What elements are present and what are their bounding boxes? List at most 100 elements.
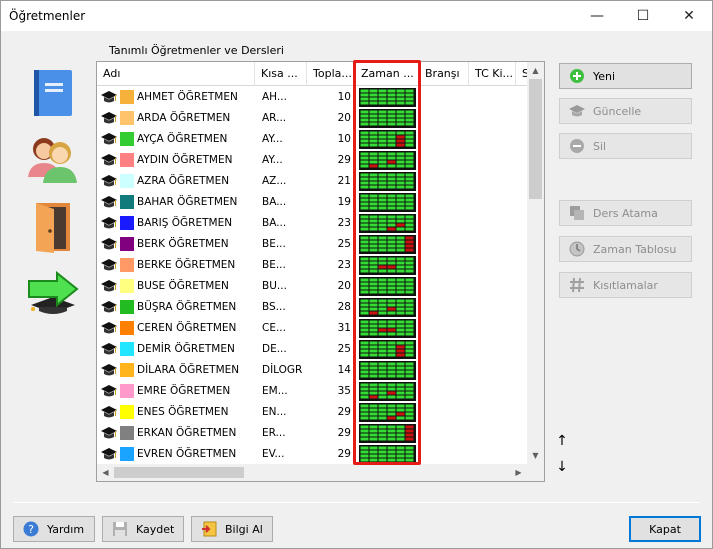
table-row[interactable]: BARIŞ ÖĞRETMEN BA... 23 bbox=[97, 213, 527, 234]
book-icon[interactable] bbox=[33, 69, 73, 117]
table-row[interactable]: ENES ÖĞRETMEN EN... 29 bbox=[97, 402, 527, 423]
teacher-name: DEMİR ÖĞRETMEN bbox=[137, 343, 235, 355]
column-header-tc[interactable]: TC Ki... bbox=[469, 62, 516, 86]
table-row[interactable]: ERKAN ÖĞRETMEN ER... 29 bbox=[97, 423, 527, 444]
timetable-thumbnail[interactable] bbox=[359, 172, 416, 191]
column-header-name[interactable]: Adı bbox=[97, 62, 255, 86]
horizontal-scrollbar[interactable]: ◀ ▶ bbox=[97, 464, 527, 481]
maximize-button[interactable]: ☐ bbox=[620, 1, 666, 31]
teacher-total-hours: 31 bbox=[337, 322, 351, 334]
table-row[interactable]: BAHAR ÖĞRETMEN BA... 19 bbox=[97, 192, 527, 213]
table-row[interactable]: BERK ÖĞRETMEN BE... 25 bbox=[97, 234, 527, 255]
table-row[interactable]: BÜŞRA ÖĞRETMEN BS... 28 bbox=[97, 297, 527, 318]
graduation-cap-icon bbox=[101, 322, 117, 334]
column-header-branch[interactable]: Branşı bbox=[419, 62, 469, 86]
timetable-thumbnail[interactable] bbox=[359, 109, 416, 128]
close-button[interactable]: Kapat bbox=[629, 516, 701, 542]
info-button[interactable]: Bilgi Al bbox=[191, 516, 273, 542]
vertical-scroll-thumb[interactable] bbox=[529, 79, 542, 199]
column-header-timetable[interactable]: Zaman ... bbox=[355, 62, 419, 86]
timetable-thumbnail[interactable] bbox=[359, 382, 416, 401]
teacher-total-hours: 21 bbox=[337, 175, 351, 187]
table-row[interactable]: DİLARA ÖĞRETMEN DİLOGR 14 bbox=[97, 360, 527, 381]
column-header-total[interactable]: Topla... bbox=[307, 62, 355, 86]
zaman-tablosu-button[interactable]: Zaman Tablosu bbox=[559, 236, 692, 262]
teachers-grid: Adı Kısa ... Topla... Zaman ... Branşı T… bbox=[96, 61, 545, 482]
timetable-thumbnail[interactable] bbox=[359, 403, 416, 422]
graduation-cap-icon bbox=[101, 238, 117, 250]
table-row[interactable]: AZRA ÖĞRETMEN AZ... 21 bbox=[97, 171, 527, 192]
timetable-thumbnail[interactable] bbox=[359, 256, 416, 275]
teacher-short-name: AZ... bbox=[262, 175, 287, 187]
timetable-thumbnail[interactable] bbox=[359, 151, 416, 170]
window-title: Öğretmenler bbox=[9, 9, 86, 23]
timetable-thumbnail[interactable] bbox=[359, 424, 416, 443]
teacher-color-swatch bbox=[120, 111, 134, 125]
timetable-thumbnail[interactable] bbox=[359, 445, 416, 464]
teacher-name: AZRA ÖĞRETMEN bbox=[137, 175, 230, 187]
scroll-left-arrow[interactable]: ◀ bbox=[97, 464, 114, 481]
teacher-total-hours: 25 bbox=[337, 238, 351, 250]
timetable-thumbnail[interactable] bbox=[359, 340, 416, 359]
timetable-thumbnail[interactable] bbox=[359, 214, 416, 233]
scroll-right-arrow[interactable]: ▶ bbox=[510, 464, 527, 481]
timetable-thumbnail[interactable] bbox=[359, 277, 416, 296]
minimize-button[interactable]: — bbox=[574, 1, 620, 31]
timetable-thumbnail[interactable] bbox=[359, 88, 416, 107]
timetable-thumbnail[interactable] bbox=[359, 193, 416, 212]
help-icon: ? bbox=[23, 521, 39, 537]
door-icon[interactable] bbox=[34, 201, 74, 253]
sil-button[interactable]: Sil bbox=[559, 133, 692, 159]
move-down-button[interactable]: ↓ bbox=[555, 459, 569, 475]
timetable-thumbnail[interactable] bbox=[359, 319, 416, 338]
action-label: Güncelle bbox=[593, 104, 642, 118]
teacher-name: EMRE ÖĞRETMEN bbox=[137, 385, 231, 397]
teachers-icon[interactable] bbox=[26, 133, 78, 185]
teacher-total-hours: 25 bbox=[337, 343, 351, 355]
ders-atama-button[interactable]: Ders Atama bbox=[559, 200, 692, 226]
table-row[interactable]: ARDA ÖĞRETMEN AR... 20 bbox=[97, 108, 527, 129]
teacher-color-swatch bbox=[120, 279, 134, 293]
teacher-name: AHMET ÖĞRETMEN bbox=[137, 91, 238, 103]
export-arrow-icon[interactable] bbox=[27, 271, 81, 315]
graduation-cap-icon bbox=[101, 406, 117, 418]
table-row[interactable]: EMRE ÖĞRETMEN EM... 35 bbox=[97, 381, 527, 402]
table-row[interactable]: BUSE ÖĞRETMEN BU... 20 bbox=[97, 276, 527, 297]
timetable-thumbnail[interactable] bbox=[359, 298, 416, 317]
help-button[interactable]: ? Yardım bbox=[13, 516, 95, 542]
save-icon bbox=[113, 522, 127, 536]
graduation-cap-icon bbox=[101, 448, 117, 460]
horizontal-scroll-thumb[interactable] bbox=[114, 467, 244, 478]
column-header-short[interactable]: Kısa ... bbox=[255, 62, 307, 86]
help-label: Yardım bbox=[47, 522, 85, 536]
teacher-name: AYDIN ÖĞRETMEN bbox=[137, 154, 233, 166]
table-row[interactable]: AHMET ÖĞRETMEN AH... 10 bbox=[97, 87, 527, 108]
timetable-thumbnail[interactable] bbox=[359, 235, 416, 254]
table-row[interactable]: EVREN ÖĞRETMEN EV... 29 bbox=[97, 444, 527, 465]
yeni-button[interactable]: Yeni bbox=[559, 63, 692, 89]
table-row[interactable]: DEMİR ÖĞRETMEN DE... 25 bbox=[97, 339, 527, 360]
timetable-thumbnail[interactable] bbox=[359, 361, 416, 380]
scroll-corner bbox=[527, 464, 544, 481]
vertical-scrollbar[interactable]: ▲ ▼ bbox=[527, 62, 544, 464]
scroll-up-arrow[interactable]: ▲ bbox=[527, 62, 544, 79]
teacher-short-name: EN... bbox=[262, 406, 287, 418]
teacher-color-swatch bbox=[120, 174, 134, 188]
teacher-short-name: DİLOGR bbox=[262, 364, 303, 376]
table-row[interactable]: BERKE ÖĞRETMEN BE... 23 bbox=[97, 255, 527, 276]
table-row[interactable]: AYÇA ÖĞRETMEN AY... 10 bbox=[97, 129, 527, 150]
teacher-short-name: DE... bbox=[262, 343, 287, 355]
teacher-color-swatch bbox=[120, 447, 134, 461]
kısıtlamalar-button[interactable]: Kısıtlamalar bbox=[559, 272, 692, 298]
teacher-short-name: BA... bbox=[262, 196, 287, 208]
timetable-thumbnail[interactable] bbox=[359, 130, 416, 149]
close-window-button[interactable]: ✕ bbox=[666, 1, 712, 31]
move-up-button[interactable]: ↑ bbox=[555, 433, 569, 449]
table-row[interactable]: AYDIN ÖĞRETMEN AY... 29 bbox=[97, 150, 527, 171]
import-icon bbox=[202, 521, 217, 537]
güncelle-button[interactable]: Güncelle bbox=[559, 98, 692, 124]
teacher-short-name: CE... bbox=[262, 322, 286, 334]
scroll-down-arrow[interactable]: ▼ bbox=[527, 447, 544, 464]
save-button[interactable]: Kaydet bbox=[102, 516, 184, 542]
table-row[interactable]: CEREN ÖĞRETMEN CE... 31 bbox=[97, 318, 527, 339]
